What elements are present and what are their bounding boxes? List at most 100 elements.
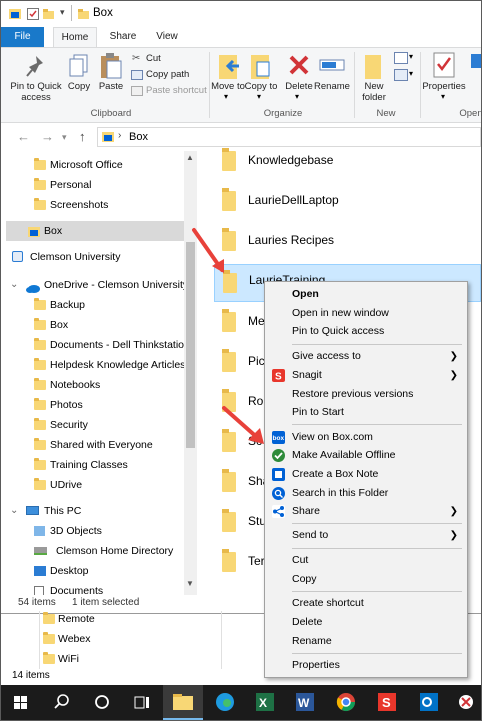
up-arrow-icon[interactable]: ↑ <box>79 129 86 144</box>
move-to-button[interactable]: Move to <box>211 81 245 92</box>
nav-item-backup[interactable]: Backup <box>6 295 184 315</box>
new-item-dropdown-icon[interactable]: ▾ <box>409 52 413 61</box>
menu-item-snagit[interactable]: S Snagit ❯ <box>265 366 467 385</box>
nav-item-desktop[interactable]: Desktop <box>6 561 184 581</box>
tab-home[interactable]: Home <box>53 27 97 47</box>
outlook-icon[interactable] <box>409 685 449 720</box>
nav-item-box-onedrive[interactable]: Box <box>6 315 184 335</box>
quick-access-dropdown-icon[interactable]: ▾ <box>60 7 65 18</box>
copy-button[interactable]: Copy <box>63 81 95 92</box>
properties-check-icon[interactable] <box>27 8 39 20</box>
snipping-tool-icon[interactable] <box>450 685 481 720</box>
box-drive-icon[interactable] <box>9 8 21 20</box>
nav-item-personal[interactable]: Personal <box>6 175 184 195</box>
easy-access-dropdown-icon[interactable]: ▾ <box>409 69 413 78</box>
nav-item-notebooks[interactable]: Notebooks <box>6 375 184 395</box>
recent-dropdown-icon[interactable]: ▾ <box>62 132 67 143</box>
edge-icon[interactable] <box>205 685 245 720</box>
pin-quick-access-button[interactable]: Pin to Quick access <box>7 81 65 103</box>
rename-button[interactable]: Rename <box>314 81 350 92</box>
menu-item-delete[interactable]: Delete <box>265 613 467 632</box>
easy-access-icon[interactable] <box>394 69 408 81</box>
breadcrumb-chevron-icon[interactable]: › <box>118 130 121 141</box>
menu-item-pin-quick-access[interactable]: Pin to Quick access <box>265 322 467 341</box>
menu-item-share[interactable]: Share ❯ <box>265 502 467 521</box>
copy-path-button[interactable]: Copy path <box>146 69 189 80</box>
file-explorer-taskbar-icon[interactable] <box>163 685 203 720</box>
nav-item-helpdesk[interactable]: Helpdesk Knowledge Articles <box>6 355 185 375</box>
paste-shortcut-button[interactable]: Paste shortcut <box>146 85 207 96</box>
menu-item-search-folder[interactable]: Search in this Folder <box>265 484 467 503</box>
menu-item-send-to[interactable]: Send to ❯ <box>265 526 467 545</box>
tab-file[interactable]: File <box>1 27 44 47</box>
folder-icon <box>222 309 236 332</box>
properties-button[interactable]: Properties <box>421 81 467 92</box>
nav-item-shared-with-everyone[interactable]: Shared with Everyone <box>6 435 184 455</box>
tab-share[interactable]: Share <box>102 27 144 47</box>
menu-item-pin-start[interactable]: Pin to Start <box>265 403 467 422</box>
list-item[interactable]: LaurieDellLaptop <box>214 183 481 219</box>
snagit-icon[interactable]: S <box>367 685 407 720</box>
nav-item-udrive[interactable]: UDrive <box>6 475 184 495</box>
menu-item-give-access[interactable]: Give access to ❯ <box>265 347 467 366</box>
chrome-icon[interactable] <box>326 685 366 720</box>
nav-item-3d-objects[interactable]: 3D Objects <box>6 521 184 541</box>
copy-to-button[interactable]: Copy to <box>244 81 278 92</box>
menu-item-properties[interactable]: Properties <box>265 656 467 675</box>
scroll-down-icon[interactable]: ▼ <box>186 579 194 588</box>
excel-icon[interactable]: X <box>245 685 285 720</box>
word-icon[interactable]: W <box>285 685 325 720</box>
menu-item-make-offline[interactable]: Make Available Offline <box>265 446 467 465</box>
properties-dropdown-icon[interactable]: ▾ <box>441 92 445 101</box>
expand-chevron-icon[interactable]: ⌄ <box>10 275 18 295</box>
copy-to-dropdown-icon[interactable]: ▾ <box>257 92 261 101</box>
new-folder-quick-icon[interactable] <box>43 8 55 20</box>
menu-item-rename[interactable]: Rename <box>265 632 467 651</box>
scroll-up-icon[interactable]: ▲ <box>186 153 194 162</box>
nav-item-screenshots[interactable]: Screenshots <box>6 195 184 215</box>
list-item[interactable]: Lauries Recipes <box>214 223 481 259</box>
bg-item-wifi[interactable]: WiFi <box>41 649 219 669</box>
new-folder-button[interactable]: New folder <box>357 81 391 103</box>
nav-item-documents-dell[interactable]: Documents - Dell Thinkstation <box>6 335 190 355</box>
menu-item-restore-versions[interactable]: Restore previous versions <box>265 385 467 404</box>
menu-item-cut[interactable]: Cut <box>265 551 467 570</box>
nav-item-microsoft-office[interactable]: Microsoft Office <box>6 155 184 175</box>
nav-item-photos[interactable]: Photos <box>6 395 184 415</box>
list-item[interactable]: Knowledgebase <box>214 143 481 179</box>
paste-button[interactable]: Paste <box>95 81 127 92</box>
delete-button[interactable]: Delete <box>282 81 316 92</box>
menu-item-copy[interactable]: Copy <box>265 570 467 589</box>
tab-view[interactable]: View <box>148 27 186 47</box>
nav-item-this-pc[interactable]: ⌄ This PC <box>6 501 184 521</box>
nav-item-training-classes[interactable]: Training Classes <box>6 455 184 475</box>
expand-chevron-icon[interactable]: ⌄ <box>10 501 18 521</box>
search-icon[interactable] <box>42 685 82 720</box>
menu-item-create-box-note[interactable]: Create a Box Note <box>265 465 467 484</box>
nav-item-box-selected[interactable]: Box <box>6 221 184 241</box>
menu-item-view-box-com[interactable]: box View on Box.com <box>265 428 467 447</box>
delete-dropdown-icon[interactable]: ▾ <box>295 92 299 101</box>
nav-item-security[interactable]: Security <box>6 415 184 435</box>
nav-item-clemson-university[interactable]: Clemson University <box>6 247 184 267</box>
menu-item-open-new-window[interactable]: Open in new window <box>265 304 467 323</box>
menu-item-open[interactable]: Open <box>265 285 467 304</box>
cortana-icon[interactable] <box>82 685 122 720</box>
nav-item-documents[interactable]: Documents <box>6 581 184 595</box>
breadcrumb-box[interactable]: Box <box>129 131 148 143</box>
open-icon[interactable] <box>471 54 481 68</box>
item-label: Me <box>248 314 265 328</box>
menu-item-create-shortcut[interactable]: Create shortcut <box>265 594 467 613</box>
cut-button[interactable]: Cut <box>146 53 161 64</box>
new-item-icon[interactable] <box>394 52 408 64</box>
start-windows-icon[interactable] <box>1 685 41 720</box>
nav-item-clemson-home[interactable]: Clemson Home Directory <box>6 541 184 561</box>
back-arrow-icon[interactable]: ← <box>17 129 30 144</box>
bg-item-remote[interactable]: Remote <box>41 609 219 629</box>
task-view-icon[interactable] <box>122 685 162 720</box>
forward-arrow-icon[interactable]: → <box>41 129 54 144</box>
network-drive-icon <box>34 547 47 555</box>
nav-item-onedrive[interactable]: ⌄ OneDrive - Clemson University <box>6 275 188 295</box>
move-to-dropdown-icon[interactable]: ▾ <box>224 92 228 101</box>
bg-item-webex[interactable]: Webex <box>41 629 219 649</box>
